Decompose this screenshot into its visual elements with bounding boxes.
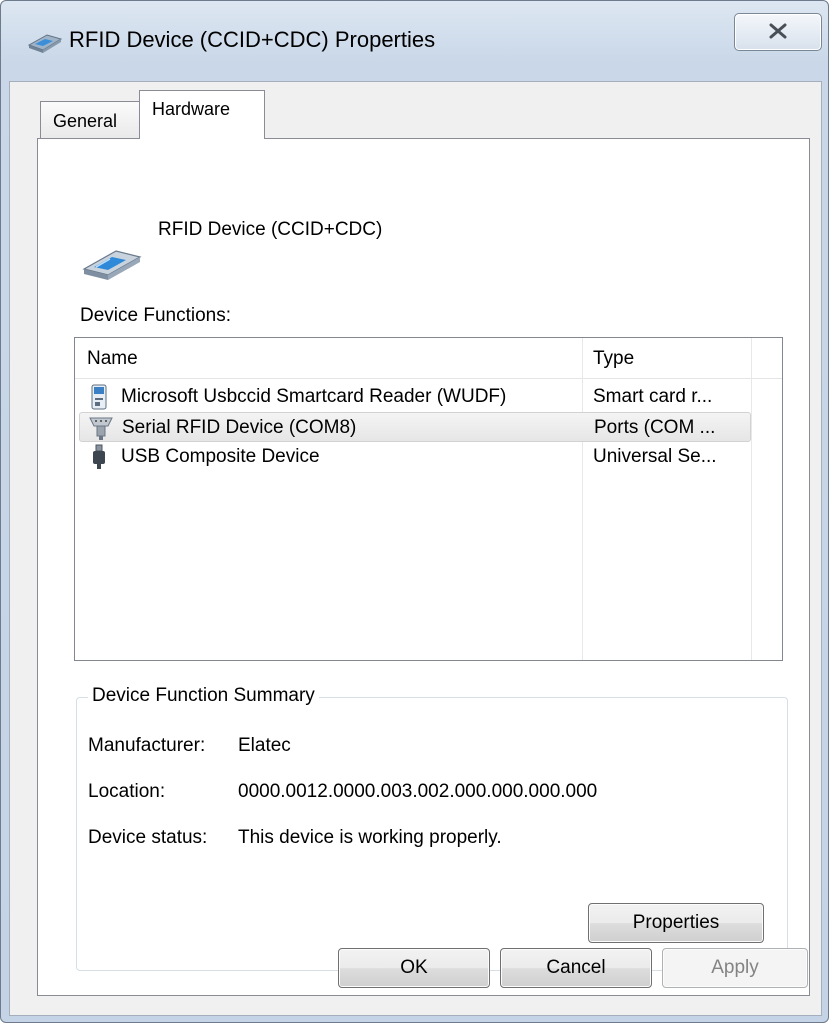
list-item-type: Smart card r... bbox=[593, 386, 713, 407]
title-bar[interactable]: RFID Device (CCID+CDC) Properties bbox=[1, 1, 828, 81]
list-item[interactable]: Serial RFID Device (COM8) Ports (COM ... bbox=[79, 412, 751, 442]
usb-plug-icon bbox=[87, 444, 111, 470]
tab-hardware-label: Hardware bbox=[152, 99, 231, 119]
cancel-button[interactable]: Cancel bbox=[500, 948, 652, 988]
list-item[interactable]: USB Composite Device Universal Se... bbox=[79, 442, 751, 472]
device-status-value: This device is working properly. bbox=[238, 827, 502, 848]
column-divider bbox=[751, 338, 752, 660]
list-item[interactable]: Microsoft Usbccid Smartcard Reader (WUDF… bbox=[79, 382, 751, 412]
manufacturer-label: Manufacturer: bbox=[88, 735, 206, 756]
list-item-type: Universal Se... bbox=[593, 446, 717, 467]
close-button[interactable] bbox=[734, 13, 822, 51]
list-item-type: Ports (COM ... bbox=[594, 417, 716, 438]
column-header-type[interactable]: Type bbox=[593, 348, 634, 370]
column-header-name[interactable]: Name bbox=[87, 348, 138, 370]
tab-general[interactable]: General bbox=[40, 101, 140, 139]
dialog-client: General Hardware RFID Device (CCID+CDC) … bbox=[9, 81, 822, 1016]
list-item-name: Serial RFID Device (COM8) bbox=[122, 417, 357, 438]
smartcard-reader-icon bbox=[87, 384, 111, 410]
manufacturer-value: Elatec bbox=[238, 735, 291, 756]
ok-button[interactable]: OK bbox=[338, 948, 490, 988]
device-name: RFID Device (CCID+CDC) bbox=[158, 219, 383, 240]
location-value: 0000.0012.0000.003.002.000.000.000.000 bbox=[238, 781, 598, 802]
location-label: Location: bbox=[88, 781, 166, 802]
device-functions-list[interactable]: Name Type Microsoft Usbccid Smartcard Re… bbox=[74, 337, 783, 661]
tab-general-label: General bbox=[53, 111, 118, 131]
device-icon bbox=[80, 243, 144, 289]
window-title: RFID Device (CCID+CDC) Properties bbox=[69, 27, 436, 52]
device-functions-label: Device Functions: bbox=[80, 305, 232, 326]
close-icon bbox=[769, 23, 787, 39]
group-legend: Device Function Summary bbox=[88, 685, 319, 707]
properties-window: RFID Device (CCID+CDC) Properties Genera… bbox=[0, 0, 829, 1023]
tab-hardware[interactable]: Hardware bbox=[139, 90, 265, 139]
serial-port-icon bbox=[88, 415, 113, 441]
device-status-label: Device status: bbox=[88, 827, 208, 848]
card-reader-icon bbox=[25, 29, 65, 55]
properties-button[interactable]: Properties bbox=[588, 903, 764, 943]
list-header: Name Type bbox=[75, 338, 782, 379]
list-item-name: Microsoft Usbccid Smartcard Reader (WUDF… bbox=[121, 386, 507, 407]
list-item-name: USB Composite Device bbox=[121, 446, 320, 467]
apply-button[interactable]: Apply bbox=[662, 948, 808, 988]
hardware-panel: RFID Device (CCID+CDC) Device Functions:… bbox=[37, 138, 810, 996]
